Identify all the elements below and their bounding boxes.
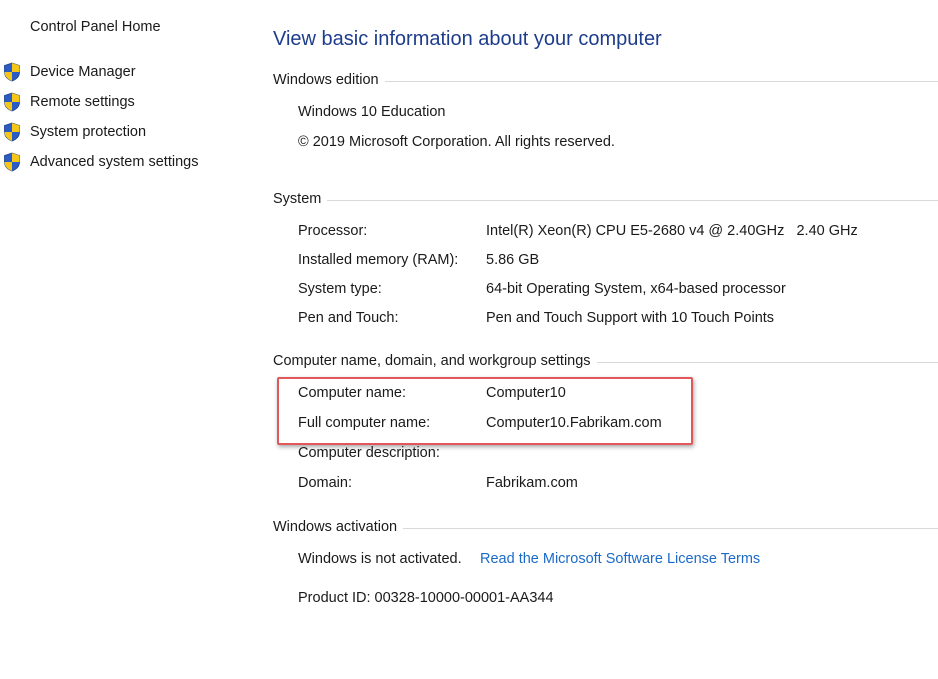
sidebar-item-device-manager[interactable]: Device Manager xyxy=(30,64,136,80)
domain-value: Fabrikam.com xyxy=(486,475,578,491)
full-computer-name-label: Full computer name: xyxy=(298,415,431,431)
system-type-label: System type: xyxy=(298,281,382,297)
uac-shield-icon xyxy=(4,152,20,172)
section-divider xyxy=(384,81,938,82)
activation-status: Windows is not activated. xyxy=(298,551,462,567)
installed-memory-value: 5.86 GB xyxy=(486,252,540,268)
copyright-text: © 2019 Microsoft Corporation. All rights… xyxy=(298,134,615,150)
sidebar-item-advanced-system-settings[interactable]: Advanced system settings xyxy=(30,154,198,170)
processor-value: Intel(R) Xeon(R) CPU E5-2680 v4 @ 2.40GH… xyxy=(486,223,858,239)
section-divider xyxy=(596,362,938,363)
domain-label: Domain: xyxy=(298,475,352,491)
full-computer-name-value: Computer10.Fabrikam.com xyxy=(486,415,662,431)
system-type-value: 64-bit Operating System, x64-based proce… xyxy=(486,281,786,297)
pen-touch-value: Pen and Touch Support with 10 Touch Poin… xyxy=(486,310,775,326)
sidebar-item-remote-settings[interactable]: Remote settings xyxy=(30,94,135,110)
section-heading: Windows edition xyxy=(273,72,379,88)
control-panel-home-link[interactable]: Control Panel Home xyxy=(30,19,161,35)
section-windows-edition: Windows edition xyxy=(273,70,938,90)
sidebar-item-system-protection[interactable]: System protection xyxy=(30,124,146,140)
pen-touch-label: Pen and Touch: xyxy=(298,310,399,326)
uac-shield-icon xyxy=(4,122,20,142)
section-system: System xyxy=(273,189,938,209)
section-heading: System xyxy=(273,191,322,207)
windows-edition-value: Windows 10 Education xyxy=(298,104,446,120)
computer-description-label: Computer description: xyxy=(298,445,440,461)
section-windows-activation: Windows activation xyxy=(273,517,938,537)
product-id: Product ID: 00328-10000-00001-AA344 xyxy=(298,590,554,606)
section-heading: Windows activation xyxy=(273,519,398,535)
installed-memory-label: Installed memory (RAM): xyxy=(298,252,459,268)
computer-name-value: Computer10 xyxy=(486,385,566,401)
license-terms-link[interactable]: Read the Microsoft Software License Term… xyxy=(480,551,760,567)
uac-shield-icon xyxy=(4,92,20,112)
section-divider xyxy=(403,528,938,529)
section-computer-name: Computer name, domain, and workgroup set… xyxy=(273,351,938,371)
processor-label: Processor: xyxy=(298,223,368,239)
page-title: View basic information about your comput… xyxy=(273,28,662,50)
section-divider xyxy=(327,200,938,201)
section-heading: Computer name, domain, and workgroup set… xyxy=(273,353,591,369)
uac-shield-icon xyxy=(4,62,20,82)
computer-name-label: Computer name: xyxy=(298,385,406,401)
